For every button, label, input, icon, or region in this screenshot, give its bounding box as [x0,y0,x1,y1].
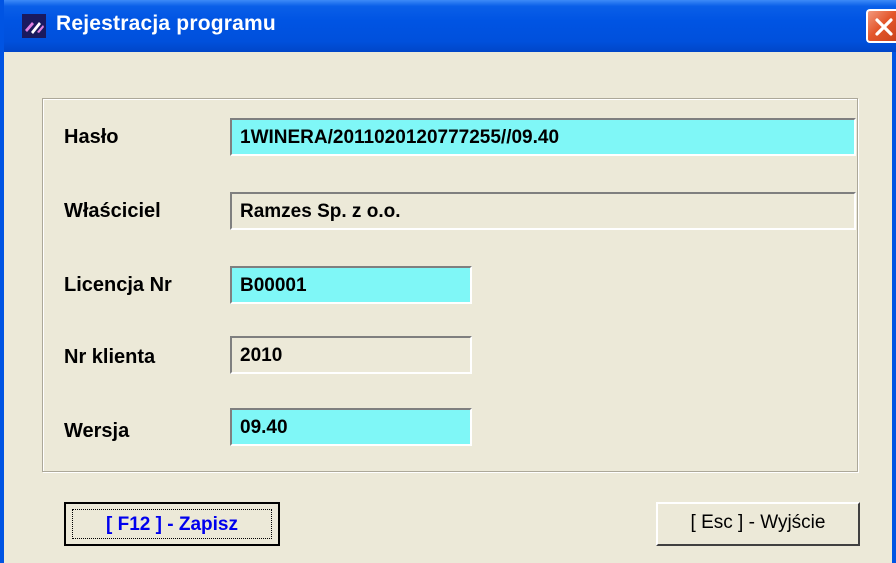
save-button-label: [ F12 ] - Zapisz [72,509,272,539]
wersja-label: Wersja [64,420,130,442]
licencja-field[interactable]: B00001 [230,266,472,304]
wlasciciel-field: Ramzes Sp. z o.o. [230,192,856,230]
haslo-label: Hasło [64,126,119,148]
nr-klienta-field: 2010 [230,336,472,374]
save-button[interactable]: [ F12 ] - Zapisz [64,502,280,546]
licencja-label: Licencja Nr [64,274,172,296]
registration-dialog: Rejestracja programu Hasło 1WINERA/20110… [0,0,896,563]
close-button[interactable] [866,9,896,43]
haslo-field[interactable]: 1WINERA/2011020120777255//09.40 [230,118,856,156]
title-bar[interactable]: Rejestracja programu [4,0,896,52]
wlasciciel-label: Właściciel [64,200,161,222]
exit-button[interactable]: [ Esc ] - Wyjście [656,502,860,546]
window-title: Rejestracja programu [56,12,276,35]
nr-klienta-label: Nr klienta [64,346,156,368]
app-logo-icon [22,14,46,38]
wersja-field[interactable]: 09.40 [230,408,472,446]
